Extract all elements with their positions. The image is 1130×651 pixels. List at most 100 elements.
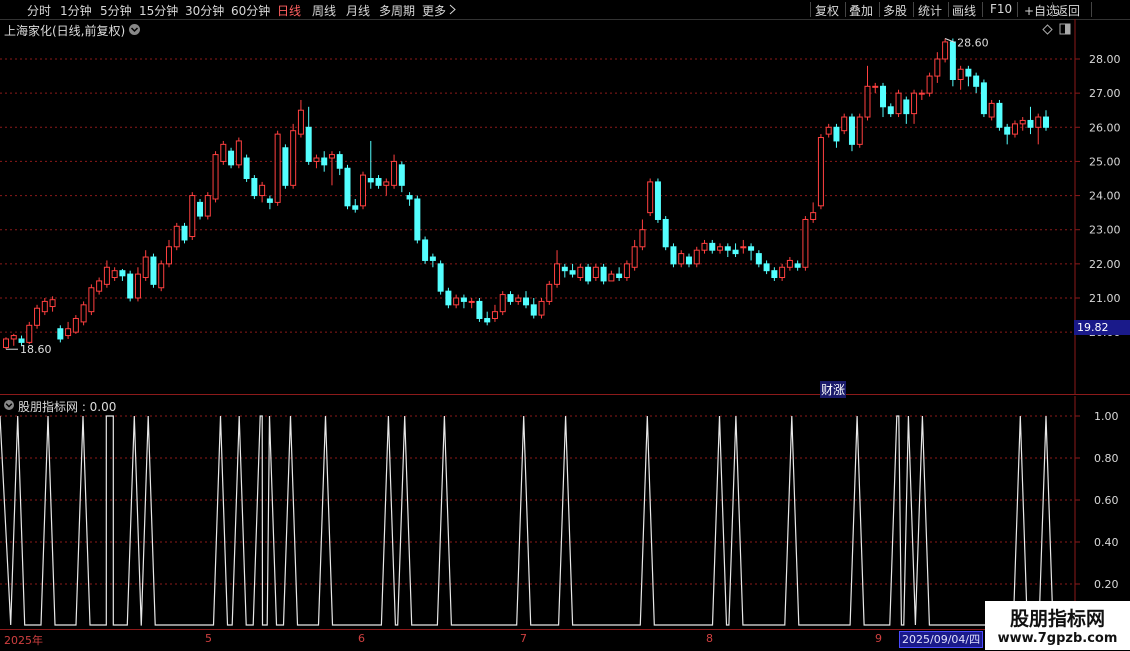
candle-body [755, 253, 762, 265]
candle-body [3, 338, 9, 349]
indicator-chart[interactable]: 1.00 0.80 0.60 0.40 0.20 [0, 396, 1130, 630]
candle-body [414, 198, 421, 241]
candle-body [996, 102, 1003, 128]
x-tick: 6 [358, 632, 365, 645]
candle-body [577, 266, 584, 279]
candle-body [538, 300, 545, 316]
candle-body [709, 242, 716, 251]
candle-body [266, 198, 273, 203]
candle-body [600, 266, 607, 282]
candle-body [911, 92, 918, 115]
candle-body [204, 195, 211, 217]
period-tab-60min[interactable]: 60分钟 [231, 2, 270, 19]
candle-body [1035, 116, 1042, 128]
candle-body [142, 256, 149, 279]
candle-body [197, 201, 204, 217]
price-tick-label: 22.00 [1089, 258, 1121, 271]
candle-body [740, 246, 747, 249]
candle-body [57, 328, 64, 340]
period-tab-5min[interactable]: 5分钟 [100, 2, 132, 19]
indicator-tick-label: 0.40 [1094, 536, 1119, 549]
candle-body [220, 143, 227, 162]
candle-body [65, 328, 72, 337]
candle-body [616, 273, 623, 279]
period-tab-15min[interactable]: 15分钟 [139, 2, 178, 19]
candle-body [484, 317, 491, 323]
overlay-button[interactable]: 叠加 [849, 2, 873, 19]
period-tab-monthly[interactable]: 月线 [346, 2, 370, 19]
candle-body [895, 92, 902, 115]
f10-button[interactable]: F10 [990, 2, 1012, 16]
candle-body [96, 280, 103, 292]
candle-body [282, 147, 289, 186]
period-tab-1min[interactable]: 1分钟 [60, 2, 92, 19]
period-tab-weekly[interactable]: 周线 [312, 2, 336, 19]
candle-body [181, 225, 188, 241]
toolbar-separator [845, 2, 846, 17]
candle-body [251, 178, 258, 197]
indicator-tick-label: 1.00 [1094, 410, 1119, 423]
candle-body [833, 126, 840, 142]
candlestick-chart[interactable]: 28.00 27.00 26.00 25.00 24.00 23.00 22.00 21.00… [0, 19, 1130, 395]
candle-body [34, 307, 41, 326]
period-tab-30min[interactable]: 30分钟 [185, 2, 224, 19]
period-tab-fenshi[interactable]: 分时 [27, 2, 51, 19]
candle-body [810, 212, 817, 220]
candle-body [173, 225, 180, 248]
candle-body [305, 126, 312, 162]
candle-body [554, 263, 561, 285]
toolbar-separator [1052, 2, 1053, 17]
candle-body [942, 41, 949, 60]
draw-line-button[interactable]: 画线 [952, 2, 976, 19]
high-price-label: 28.60 [957, 37, 989, 50]
candle-body [786, 259, 793, 268]
chevron-right-icon[interactable] [449, 4, 457, 15]
restore-rights-button[interactable]: 复权 [815, 2, 839, 19]
candle-body [259, 184, 266, 197]
candle-body [375, 178, 382, 186]
price-tick-label: 24.00 [1089, 190, 1121, 203]
low-price-label: 18.60 [20, 343, 52, 356]
candle-body [150, 256, 157, 285]
candle-body [507, 294, 514, 302]
candle-body [367, 178, 374, 183]
period-tab-more[interactable]: 更多 [422, 2, 446, 19]
candle-body [631, 246, 638, 268]
candle-body [119, 270, 126, 277]
candle-body [313, 157, 320, 162]
indicator-tick-label: 0.60 [1094, 494, 1119, 507]
candle-body [499, 294, 506, 313]
candle-body [817, 137, 824, 207]
candle-body [360, 174, 367, 207]
candle-body [460, 297, 467, 302]
candle-body [802, 218, 809, 268]
candle-body [864, 85, 871, 118]
candle-body [406, 195, 413, 200]
candle-body [988, 102, 995, 118]
multi-stock-button[interactable]: 多股 [883, 2, 907, 19]
x-tick: 2025年 [4, 634, 43, 647]
toolbar-separator [810, 2, 811, 17]
add-watchlist-button[interactable]: 返回 [1056, 2, 1080, 19]
candle-body [825, 126, 832, 135]
price-tick-label: 27.00 [1089, 87, 1121, 100]
candle-body [693, 249, 700, 265]
candle-body [468, 300, 475, 303]
period-tab-multi[interactable]: 多周期 [379, 2, 415, 19]
candle-body [243, 157, 250, 179]
candle-body [623, 263, 630, 279]
watermark-title: 股朋指标网 [1009, 608, 1105, 630]
candle-body [654, 181, 661, 220]
statistics-button[interactable]: 统计 [918, 2, 942, 19]
indicator-tick-label: 0.80 [1094, 452, 1119, 465]
toolbar-separator [948, 2, 949, 17]
candle-body [158, 263, 165, 289]
candle-body [585, 266, 592, 282]
candle-body [41, 300, 48, 313]
price-tick-label: 26.00 [1089, 121, 1121, 134]
current-price-badge: 19.82 [1074, 320, 1130, 335]
candle-body [779, 266, 786, 279]
candle-body [561, 266, 568, 272]
toolbar-separator [913, 2, 914, 17]
period-tab-daily[interactable]: 日线 [277, 2, 301, 19]
